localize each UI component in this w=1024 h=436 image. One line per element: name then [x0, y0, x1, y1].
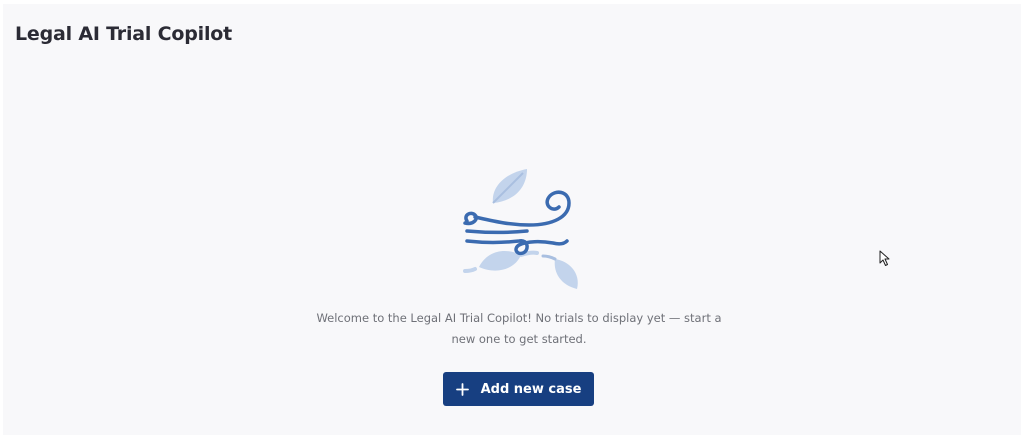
mouse-cursor-icon — [879, 250, 890, 266]
add-new-case-button[interactable]: Add new case — [443, 372, 594, 406]
plus-icon — [455, 382, 469, 396]
add-new-case-label: Add new case — [480, 381, 582, 397]
app-window: Legal AI Trial Copilot Welcome to the Le… — [3, 4, 1021, 435]
empty-state-message: Welcome to the Legal AI Trial Copilot! N… — [316, 311, 722, 346]
wind-leaves-icon — [463, 169, 578, 289]
page-title: Legal AI Trial Copilot — [15, 23, 232, 45]
